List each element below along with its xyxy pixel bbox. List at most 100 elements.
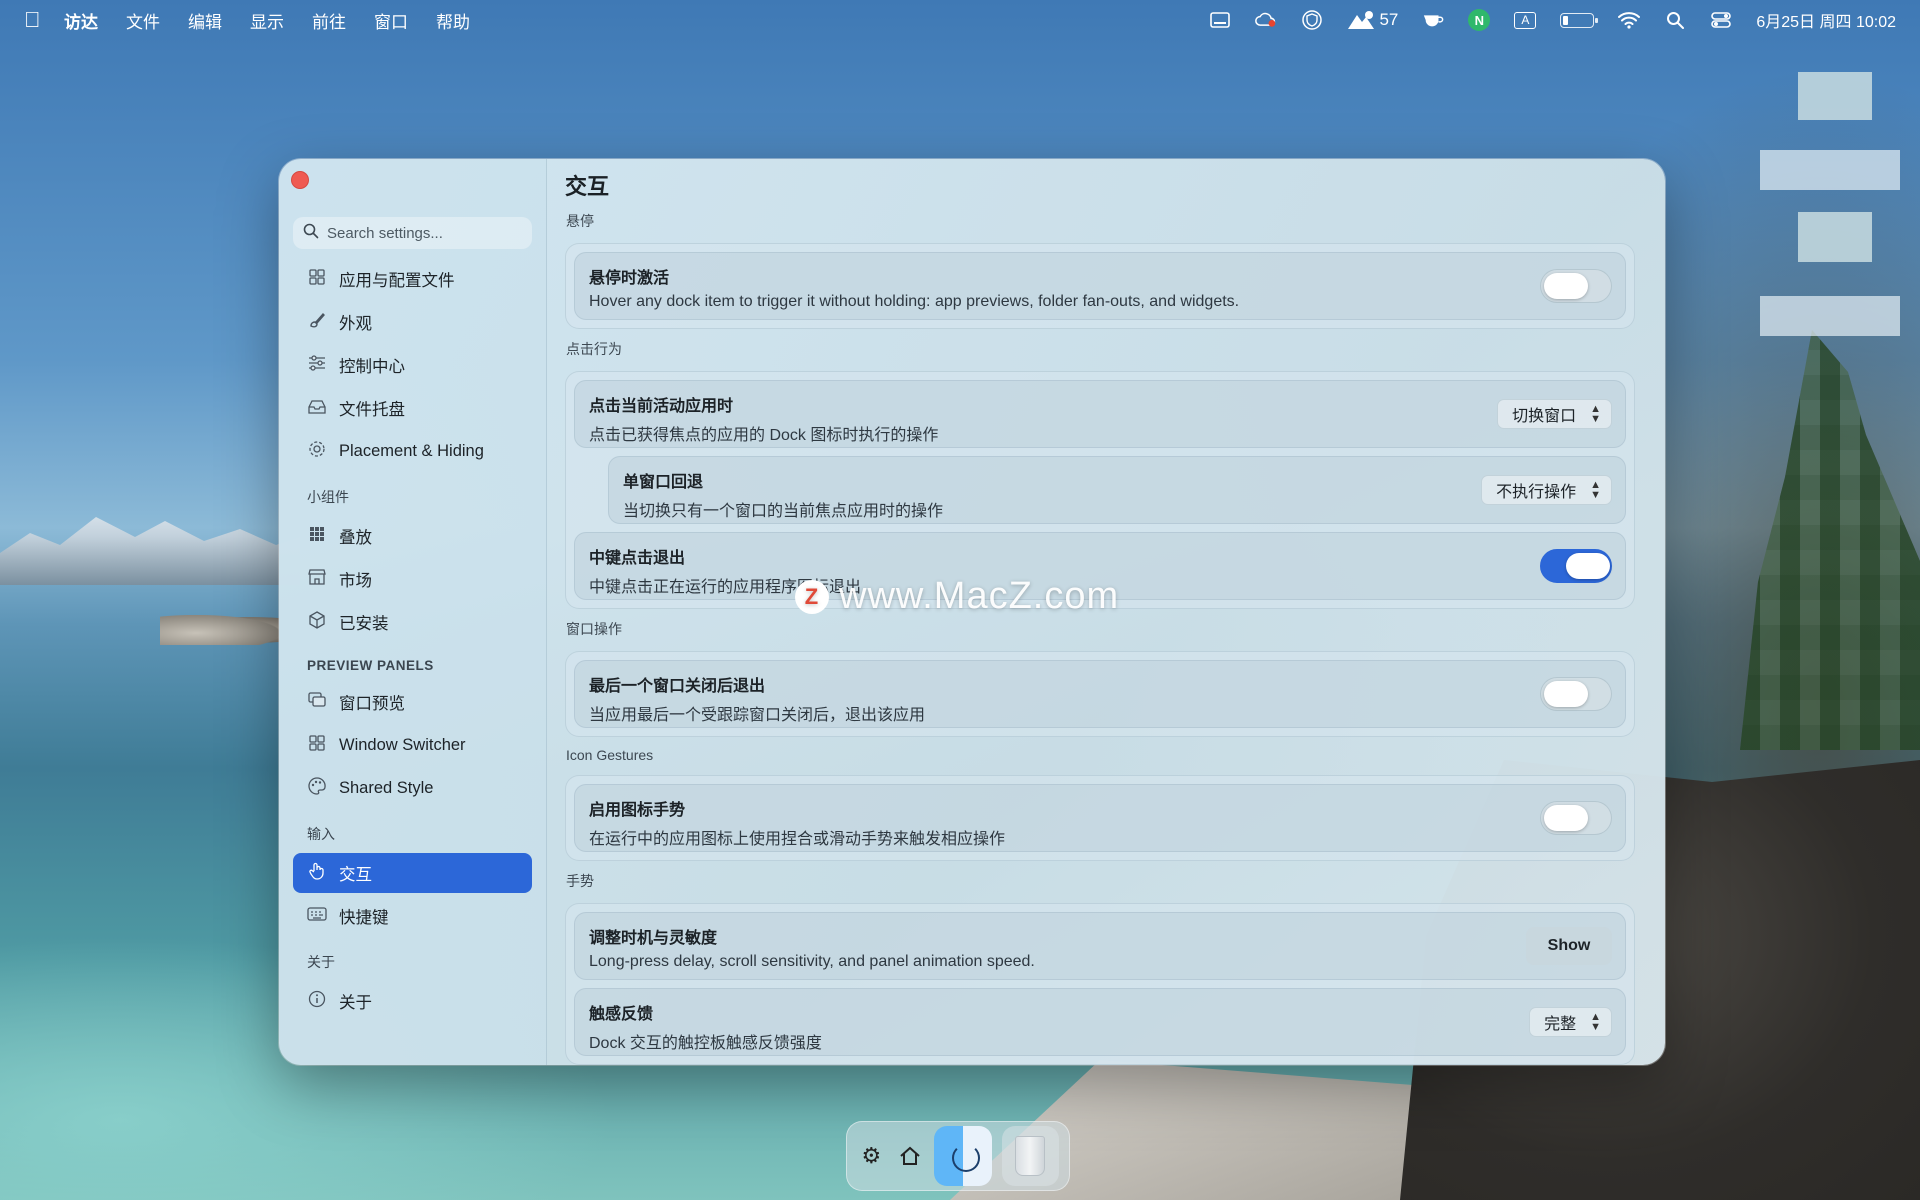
setting-title: 悬停时激活: [589, 270, 670, 287]
menu-file[interactable]: 文件: [126, 8, 160, 33]
sidebar-item-file-shelf[interactable]: 文件托盘: [293, 388, 532, 428]
sidebar-item-window-preview[interactable]: 窗口预览: [293, 682, 532, 722]
click-active-app-select[interactable]: 切换窗口 ▲ ▼: [1497, 399, 1612, 429]
select-value: 不执行操作: [1496, 484, 1577, 501]
quit-last-window-toggle[interactable]: [1540, 677, 1612, 711]
sidebar-item-label: Placement & Hiding: [339, 441, 484, 460]
display-icon[interactable]: [1209, 11, 1231, 29]
weather-widget[interactable]: 57: [1347, 10, 1398, 30]
menu-edit[interactable]: 编辑: [188, 8, 222, 33]
gear-icon: [307, 440, 327, 463]
single-window-fallback-select[interactable]: 不执行操作 ▲ ▼: [1481, 475, 1612, 505]
menu-help[interactable]: 帮助: [436, 8, 470, 33]
section-label-click: 点击行为: [566, 341, 622, 357]
setting-title: 启用图标手势: [589, 802, 686, 819]
search-icon: [303, 223, 319, 243]
wifi-icon[interactable]: [1618, 11, 1641, 29]
sidebar-item-window-switcher[interactable]: Window Switcher: [293, 725, 532, 765]
sidebar-item-about[interactable]: 关于: [293, 981, 532, 1021]
setting-description: 点击已获得焦点的应用的 Dock 图标时执行的操作: [589, 427, 939, 444]
grid-dots-icon: [307, 526, 327, 547]
n-app-icon[interactable]: N: [1468, 9, 1491, 31]
coffee-cup-icon[interactable]: [1422, 11, 1444, 29]
paintbrush-icon: [307, 311, 327, 334]
section-label-window-ops: 窗口操作: [566, 621, 622, 637]
sidebar-item-control-center[interactable]: 控制中心: [293, 345, 532, 385]
search-input[interactable]: [327, 224, 507, 242]
home-icon[interactable]: [896, 1141, 925, 1171]
middle-click-quit-toggle[interactable]: [1540, 549, 1612, 583]
sidebar-section-widgets: 小组件: [307, 489, 349, 505]
sidebar-item-label: 交互: [339, 866, 372, 884]
finder-app-icon[interactable]: [934, 1126, 992, 1186]
setting-title: 单窗口回退: [623, 474, 704, 491]
battery-icon[interactable]: [1560, 12, 1599, 28]
icon-gestures-toggle[interactable]: [1540, 801, 1612, 835]
haptic-feedback-select[interactable]: 完整 ▲ ▼: [1529, 1007, 1612, 1037]
menu-view[interactable]: 显示: [250, 8, 284, 33]
sidebar-item-shortcuts[interactable]: 快捷键: [293, 896, 532, 936]
wallpaper-mountains: [0, 517, 300, 585]
section-label-hover: 悬停: [566, 213, 594, 229]
grid-icon: [307, 268, 327, 290]
sidebar-item-appearance[interactable]: 外观: [293, 302, 532, 342]
info-icon: [307, 990, 327, 1013]
control-center-icon[interactable]: [1710, 11, 1732, 29]
sidebar-item-interaction[interactable]: 交互: [293, 853, 532, 893]
setting-row-icon-gestures: 启用图标手势 在运行中的应用图标上使用捏合或滑动手势来触发相应操作: [574, 784, 1626, 852]
page-title: 交互: [565, 174, 610, 199]
setting-description: Hover any dock item to trigger it withou…: [589, 293, 1240, 310]
windows-stack-icon: [307, 691, 327, 713]
shield-icon[interactable]: [1301, 10, 1323, 30]
sidebar-item-apps-profiles[interactable]: 应用与配置文件: [293, 259, 532, 299]
trash-icon[interactable]: [1001, 1126, 1059, 1186]
settings-group-window-ops: 最后一个窗口关闭后退出 当应用最后一个受跟踪窗口关闭后，退出该应用: [565, 651, 1635, 737]
weather-value: 57: [1379, 10, 1399, 29]
menu-go[interactable]: 前往: [312, 8, 346, 33]
setting-row-haptic-feedback: 触感反馈 Dock 交互的触控板触感反馈强度 完整 ▲ ▼: [574, 988, 1626, 1056]
setting-title: 点击当前活动应用时: [589, 398, 734, 415]
toggle-knob: [1544, 805, 1588, 831]
sidebar-item-placement-hiding[interactable]: Placement & Hiding: [293, 431, 532, 471]
sidebar-item-label: 窗口预览: [339, 695, 405, 713]
cloud-sync-icon[interactable]: [1255, 11, 1277, 29]
menu-clock[interactable]: 6月25日 周四 10:02: [1756, 8, 1896, 32]
sidebar-item-shared-style[interactable]: Shared Style: [293, 768, 532, 808]
sidebar-item-stacks[interactable]: 叠放: [293, 516, 532, 556]
select-value: 完整: [1544, 1016, 1577, 1033]
setting-title: 触感反馈: [589, 1006, 654, 1023]
sidebar-item-label: Shared Style: [339, 778, 434, 797]
hover-activate-toggle[interactable]: [1540, 269, 1612, 303]
spotlight-search-icon[interactable]: [1664, 11, 1686, 29]
pixelated-desktop-icon: [1798, 212, 1872, 262]
watermark: Z www.MacZ.com: [795, 575, 1119, 618]
input-method-indicator[interactable]: A: [1514, 11, 1537, 29]
hand-pointer-icon: [307, 862, 327, 885]
sidebar-item-market[interactable]: 市场: [293, 559, 532, 599]
palette-icon: [307, 776, 327, 800]
menu-app-name[interactable]: 访达: [64, 8, 98, 33]
pixelated-desktop-icon: [1760, 150, 1900, 190]
updown-chevron-icon: ▲ ▼: [1590, 479, 1601, 501]
sidebar: 应用与配置文件 外观 控制中心 文件托盘 Placement & Hiding: [279, 159, 547, 1065]
search-field[interactable]: [293, 217, 532, 249]
pixelated-desktop-icon: [1798, 72, 1872, 120]
close-window-button[interactable]: [291, 171, 309, 189]
sidebar-item-label: 外观: [339, 315, 372, 333]
gear-icon[interactable]: ⚙: [857, 1141, 886, 1171]
setting-title: 中键点击退出: [589, 550, 686, 567]
sidebar-item-label: 已安装: [339, 615, 389, 633]
section-label-icon-gestures: Icon Gestures: [566, 747, 654, 763]
setting-row-quit-last-window: 最后一个窗口关闭后退出 当应用最后一个受跟踪窗口关闭后，退出该应用: [574, 660, 1626, 728]
sidebar-item-installed[interactable]: 已安装: [293, 602, 532, 642]
watermark-text: www.MacZ.com: [839, 575, 1120, 617]
sidebar-item-label: 市场: [339, 572, 372, 590]
settings-group-hover: 悬停时激活 Hover any dock item to trigger it …: [565, 243, 1635, 329]
apple-menu-icon[interactable]: : [24, 7, 64, 33]
dock: ⚙: [846, 1121, 1070, 1191]
menu-window[interactable]: 窗口: [374, 8, 408, 33]
setting-title: 最后一个窗口关闭后退出: [589, 678, 766, 695]
setting-description: 在运行中的应用图标上使用捏合或滑动手势来触发相应操作: [589, 831, 1006, 848]
setting-row-click-active-app: 点击当前活动应用时 点击已获得焦点的应用的 Dock 图标时执行的操作 切换窗口…: [574, 380, 1626, 448]
show-timing-button[interactable]: Show: [1526, 927, 1612, 965]
